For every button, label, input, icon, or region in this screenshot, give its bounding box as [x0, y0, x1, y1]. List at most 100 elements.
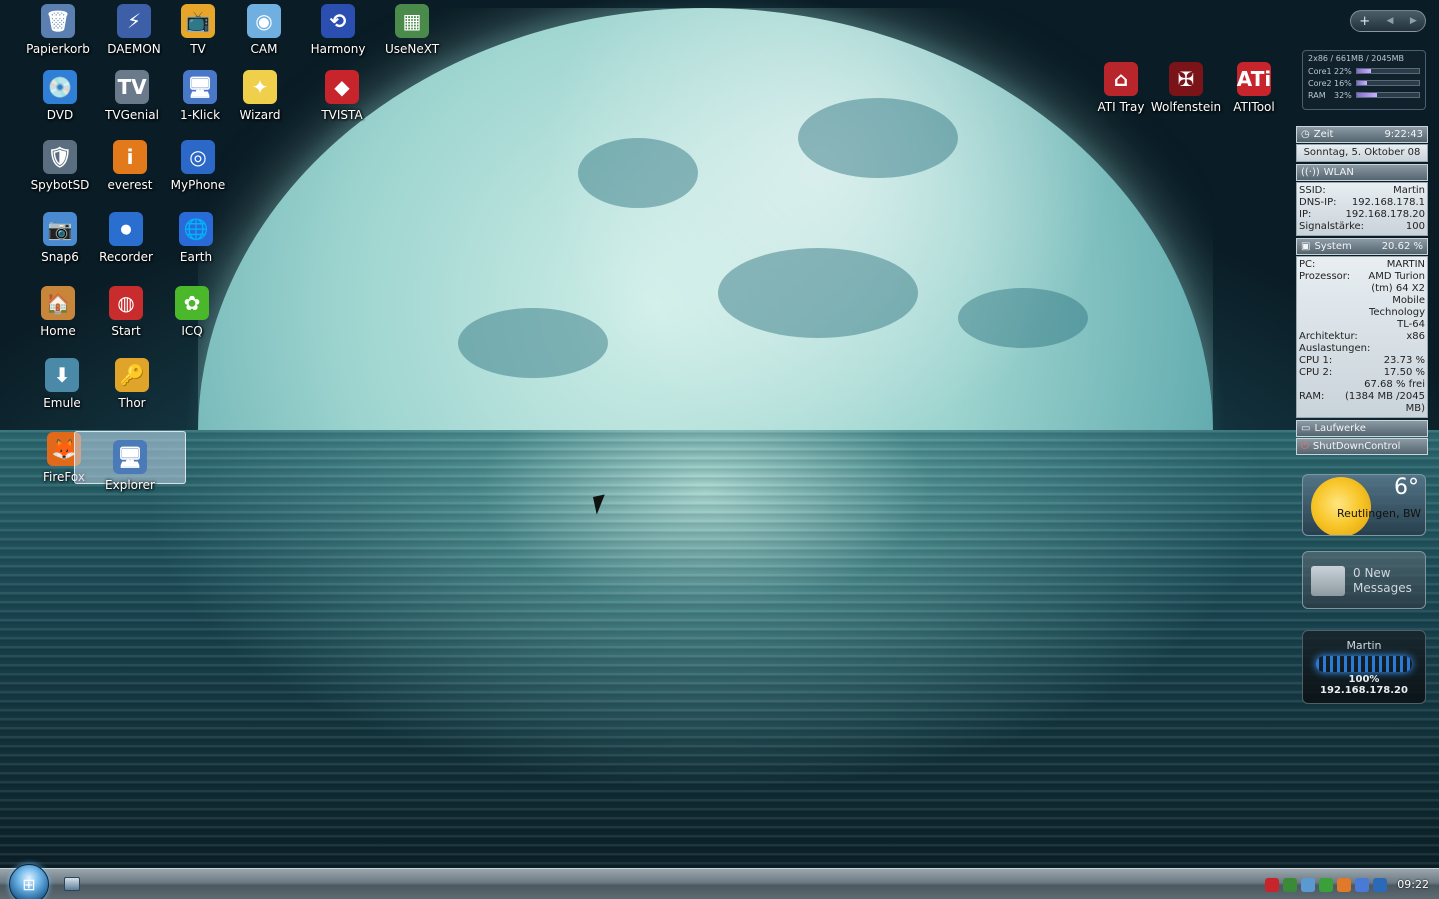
desktop-icon-cam[interactable]: ◉ CAM [226, 4, 302, 56]
wizard-icon: ✦ [243, 70, 277, 104]
info-value: 67.68 % frei [1364, 379, 1425, 390]
desktop-icon-label: everest [107, 178, 153, 192]
desktop-icon-label: Wolfenstein [1150, 100, 1222, 114]
shutdown-header[interactable]: ⏻ ShutDownControl [1296, 438, 1428, 455]
desktop-icon-label: Start [111, 324, 141, 338]
desktop-icon-home[interactable]: 🏠 Home [20, 286, 96, 338]
wifi-gadget[interactable]: Martin 100% 192.168.178.20 [1302, 630, 1426, 704]
cpu-bar-fill [1357, 93, 1377, 97]
info-value: (1384 MB /2045 MB) [1344, 391, 1425, 414]
power-icon: ⏻ [1301, 441, 1309, 452]
desktop-icon-wolfenstein[interactable]: ✠ Wolfenstein [1148, 62, 1224, 114]
info-key: RAM: [1299, 391, 1325, 402]
sidebar-controls[interactable]: + ◀ ▶ [1350, 10, 1426, 32]
cpu-meter-gadget[interactable]: 2x86 / 661MB / 2045MB Core1 22% Core2 16… [1302, 50, 1426, 110]
cpu-bar-fill [1357, 69, 1371, 73]
info-key: CPU 1: [1299, 355, 1333, 366]
desktop-icon-icq[interactable]: ✿ ICQ [154, 286, 230, 338]
wlan-header[interactable]: ((·)) WLAN [1296, 164, 1428, 181]
recycle-bin-icon: 🗑 [41, 4, 75, 38]
show-desktop-icon[interactable] [64, 877, 80, 891]
harmony-icon: ⟲ [321, 4, 355, 38]
drive-icon: ▭ [1301, 423, 1311, 434]
bluetooth-tray-icon[interactable] [1355, 877, 1370, 892]
desktop-icon-wizard[interactable]: ✦ Wizard [222, 70, 298, 122]
desktop-icon-myphone[interactable]: ◎ MyPhone [160, 140, 236, 192]
weather-city: Reutlingen, BW [1336, 507, 1421, 520]
info-key: PC: [1299, 259, 1316, 270]
desktop-icon-label: Papierkorb [26, 42, 90, 56]
desktop-icon-label: MyPhone [170, 178, 226, 192]
network-tray-icon[interactable] [1283, 877, 1298, 892]
drives-header[interactable]: ▭ Laufwerke [1296, 420, 1428, 437]
tv-icon: 📺 [181, 4, 215, 38]
desktop-icon-snap6[interactable]: 📷 Snap6 [22, 212, 98, 264]
desktop-icon-label: TV [190, 42, 206, 56]
usenext-icon: ▦ [395, 4, 429, 38]
desktop-icon-tv[interactable]: 📺 TV [160, 4, 236, 56]
desktop-icon-explorer[interactable]: 🖥 Explorer [74, 431, 186, 492]
info-value: 100 [1405, 221, 1425, 232]
info-row: PC: MARTIN [1299, 259, 1425, 271]
water-reflection [0, 430, 1439, 868]
desktop-icon-label: ATITool [1233, 100, 1275, 114]
ati-tray-small-icon[interactable] [1265, 877, 1280, 892]
cpu-row-ram: RAM 32% [1308, 89, 1420, 101]
start-button[interactable]: ⊞ [9, 864, 49, 899]
system-header[interactable]: ▣ System 20.62 % [1296, 238, 1428, 255]
desktop-icon-papierkorb[interactable]: 🗑 Papierkorb [20, 4, 96, 56]
info-row: 67.68 % frei [1299, 379, 1425, 391]
tvgenial-icon: TV [115, 70, 149, 104]
desktop-icon-tvista[interactable]: ◆ TVISTA [304, 70, 380, 122]
info-row: RAM: (1384 MB /2045 MB) [1299, 391, 1425, 415]
cpu-row-core1: Core1 22% [1308, 65, 1420, 77]
check-tray-icon[interactable] [1319, 877, 1334, 892]
info-key: SSID: [1299, 185, 1326, 196]
taskbar-clock[interactable]: 09:22 [1397, 878, 1429, 891]
desktop-icon-atitool[interactable]: ATi ATITool [1216, 62, 1292, 114]
mailbox-icon [1311, 566, 1345, 596]
desktop-icon-everest[interactable]: i everest [92, 140, 168, 192]
tvista-icon: ◆ [325, 70, 359, 104]
weather-gadget[interactable]: 6° Reutlingen, BW [1302, 474, 1426, 536]
desktop-icon-label: CAM [250, 42, 278, 56]
daemon-tools-icon: ⚡ [117, 4, 151, 38]
info-row: IP: 192.168.178.20 [1299, 209, 1425, 221]
desktop-icon-dvd[interactable]: 💿 DVD [22, 70, 98, 122]
desktop-icon-thor[interactable]: 🔑 Thor [94, 358, 170, 410]
desktop-icon-emule[interactable]: ⬇ Emule [24, 358, 100, 410]
desktop-icon-earth[interactable]: 🌐 Earth [158, 212, 234, 264]
desktop-icon-tvgenial[interactable]: TV TVGenial [94, 70, 170, 122]
desktop-icon-usenext[interactable]: ▦ UseNeXT [374, 4, 450, 56]
add-gadget-icon[interactable]: + [1359, 14, 1370, 29]
system-details: PC: MARTIN Prozessor: AMD Turion (tm) 64 X2… [1296, 256, 1428, 418]
info-value: 17.50 % [1383, 367, 1425, 378]
info-value: Martin [1393, 185, 1425, 196]
next-page-icon[interactable]: ▶ [1410, 16, 1417, 26]
prev-page-icon[interactable]: ◀ [1387, 16, 1394, 26]
messages-gadget[interactable]: 0 New Messages [1302, 551, 1426, 609]
desktop-icon-spybotsd[interactable]: 🛡 SpybotSD [22, 140, 98, 192]
myphone-icon: ◎ [181, 140, 215, 174]
wlan-details: SSID: Martin DNS-IP: 192.168.178.1 IP: 192.16… [1296, 182, 1428, 236]
spybot-icon: 🛡 [43, 140, 77, 174]
desktop-icon-recorder[interactable]: ⏺ Recorder [88, 212, 164, 264]
system-tray: 09:22 [1259, 869, 1439, 899]
wifi-strength: 100% [1348, 674, 1380, 685]
desktop-icon-start[interactable]: ◍ Start [88, 286, 164, 338]
messages-label: Messages [1353, 581, 1412, 595]
info-key: DNS-IP: [1299, 197, 1337, 208]
signal-bars-icon [1316, 656, 1412, 672]
desktop-icon-label: Thor [118, 396, 146, 410]
info-value: 192.168.178.20 [1345, 209, 1425, 220]
emule-icon: ⬇ [45, 358, 79, 392]
desktop-icon-harmony[interactable]: ⟲ Harmony [300, 4, 376, 56]
info-row: Prozessor: AMD Turion (tm) 64 X2 Mobile T… [1299, 271, 1425, 331]
info-value: 23.73 % [1383, 355, 1425, 366]
everest-icon: i [113, 140, 147, 174]
clock-header[interactable]: ◷ Zeit 9:22:43 [1296, 126, 1428, 143]
device-tray-icon[interactable] [1301, 877, 1316, 892]
wifi-tray-icon[interactable] [1373, 877, 1388, 892]
firefox-tray-icon[interactable] [1337, 877, 1352, 892]
ati-tray-icon: ⌂ [1104, 62, 1138, 96]
